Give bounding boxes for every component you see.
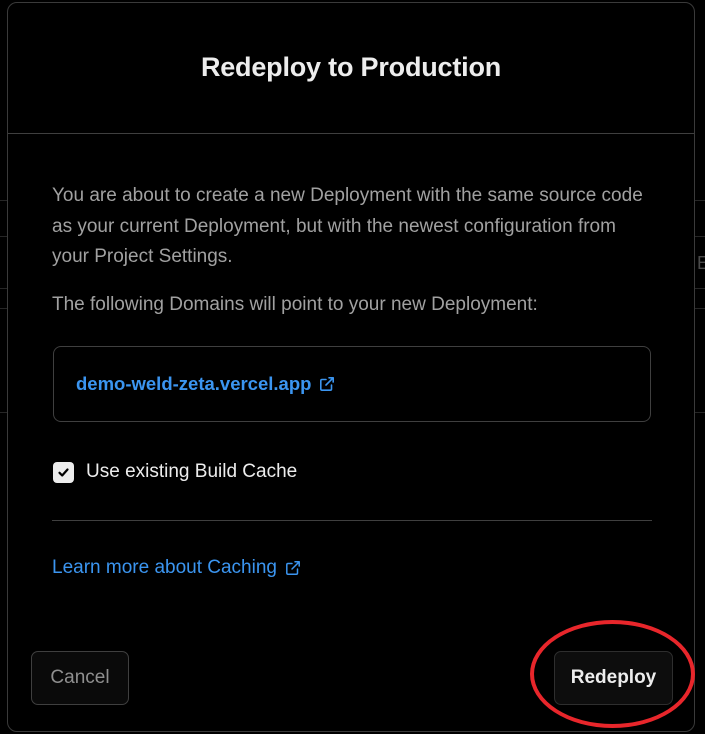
domains-label: The following Domains will point to your… — [52, 294, 538, 315]
build-cache-label[interactable]: Use existing Build Cache — [86, 461, 297, 483]
background-partial-text: E — [697, 253, 705, 273]
domains-list: demo-weld-zeta.vercel.app — [53, 346, 651, 422]
redeploy-modal: Redeploy to Production You are about to … — [7, 2, 695, 732]
cancel-button[interactable]: Cancel — [31, 651, 129, 705]
learn-more-text: Learn more about Caching — [52, 557, 277, 578]
domain-link-text: demo-weld-zeta.vercel.app — [76, 373, 312, 394]
learn-more-caching-link[interactable]: Learn more about Caching — [52, 557, 301, 579]
redeploy-description: You are about to create a new Deployment… — [52, 185, 643, 267]
external-link-icon — [319, 376, 335, 392]
build-cache-checkbox[interactable] — [53, 461, 74, 483]
build-cache-option[interactable]: Use existing Build Cache — [53, 461, 297, 483]
modal-title: Redeploy to Production — [200, 51, 502, 82]
redeploy-button[interactable]: Redeploy — [554, 651, 673, 705]
checkmark-icon — [57, 466, 70, 479]
modal-header: Redeploy to Production — [8, 3, 694, 134]
external-link-icon — [285, 560, 301, 576]
domain-link[interactable]: demo-weld-zeta.vercel.app — [76, 373, 335, 395]
section-divider — [52, 520, 652, 521]
